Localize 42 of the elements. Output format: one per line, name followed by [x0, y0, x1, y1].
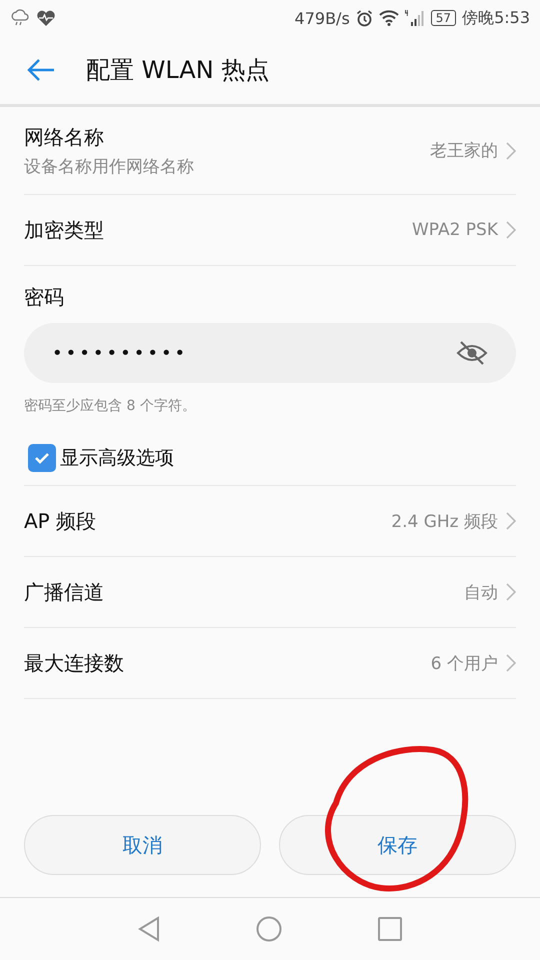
cancel-button[interactable]: 取消 [24, 815, 261, 875]
battery-indicator: 57 [430, 10, 456, 26]
chevron-right-icon [506, 221, 516, 239]
alarm-icon [356, 10, 373, 26]
setting-label: AP 频段 [24, 508, 98, 534]
setting-label: 加密类型 [24, 216, 105, 244]
setting-row[interactable]: 广播信道 自动 [24, 557, 516, 628]
save-button[interactable]: 保存 [279, 815, 516, 875]
back-arrow-icon[interactable] [26, 58, 56, 82]
back-icon[interactable] [138, 916, 160, 942]
setting-value: 老王家的 [430, 140, 498, 162]
chevron-right-icon [506, 142, 516, 160]
chevron-right-icon [506, 654, 516, 672]
setting-value: WPA2 PSK [412, 220, 498, 240]
cellular-signal-icon [404, 9, 425, 27]
setting-subtitle: 设备名称用作网络名称 [24, 156, 195, 178]
checkbox[interactable] [28, 444, 56, 472]
setting-row[interactable]: 最大连接数 6 个用户 [24, 628, 516, 699]
network-speed: 479B/s [294, 8, 350, 28]
heart-rate-icon [36, 9, 56, 27]
setting-label: 网络名称 [24, 124, 105, 150]
page-title: 配置 WLAN 热点 [86, 55, 270, 86]
password-hint: 密码至少应包含 8 个字符。 [24, 397, 197, 415]
checkbox-label: 显示高级选项 [60, 446, 174, 471]
weather-icon [10, 9, 30, 27]
setting-value: 2.4 GHz 频段 [391, 510, 498, 532]
wifi-icon [378, 10, 399, 26]
setting-value: 自动 [464, 582, 498, 604]
home-icon[interactable] [256, 916, 282, 942]
password-field[interactable]: •••••••••• [24, 323, 516, 383]
setting-row[interactable]: AP 频段 2.4 GHz 频段 [24, 486, 516, 557]
setting-value: 6 个用户 [430, 652, 498, 674]
setting-row[interactable]: 网络名称 设备名称用作网络名称 老王家的 [24, 107, 516, 195]
recents-icon[interactable] [378, 917, 402, 941]
setting-row[interactable]: 加密类型 WPA2 PSK [24, 195, 516, 266]
setting-label: 广播信道 [24, 578, 105, 606]
password-label: 密码 [24, 284, 65, 311]
clock: 傍晚5:53 [462, 8, 530, 28]
chevron-right-icon [506, 583, 516, 601]
eye-icon[interactable] [456, 340, 488, 366]
setting-label: 最大连接数 [24, 650, 125, 676]
chevron-right-icon [506, 512, 516, 530]
